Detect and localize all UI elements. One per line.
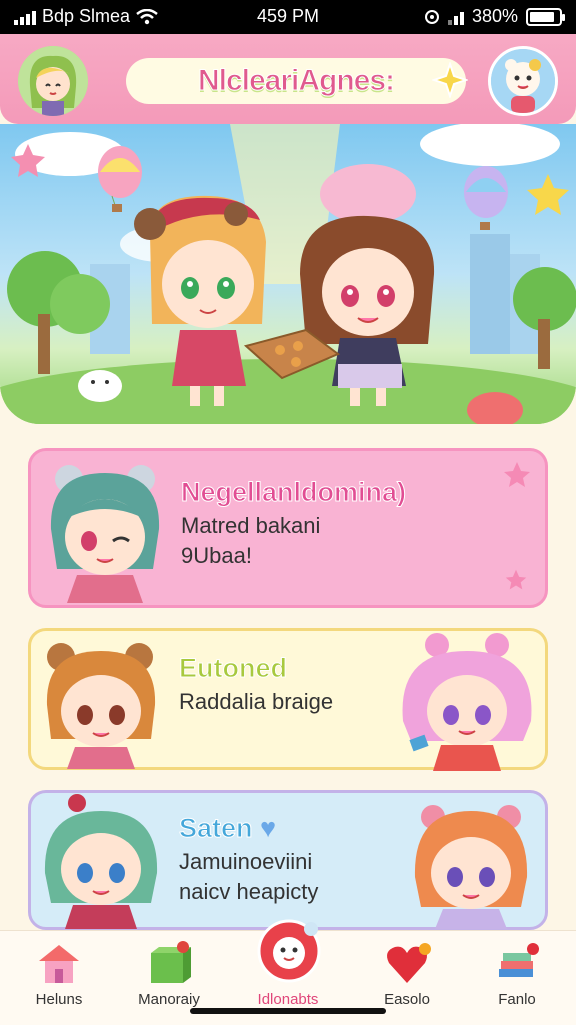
- house-icon: [39, 945, 79, 983]
- battery-icon: [526, 7, 565, 26]
- tab-library[interactable]: Fanlo: [462, 931, 572, 1025]
- gift-box-icon: [151, 941, 191, 983]
- app-title: NlcleariАgnes:: [126, 58, 466, 104]
- app-header: NlcleariАgnes:: [0, 34, 576, 124]
- brown-hair-girl-icon: [46, 643, 156, 769]
- status-right: 380%: [424, 6, 565, 27]
- cellular-icon: [447, 9, 464, 25]
- hero-illustration: [0, 124, 576, 424]
- card-text-line-2: naicv heapicty: [179, 879, 319, 904]
- green-hair-girl-icon: [50, 465, 160, 603]
- tab-label: Idlonabts: [257, 991, 319, 1008]
- park-scene-illustration: [0, 124, 576, 424]
- battery-fill: [530, 11, 554, 22]
- heart-icon: [387, 943, 431, 983]
- sparkle-icon: [432, 62, 468, 98]
- alarm-icon: [424, 9, 439, 24]
- teal-hair-girl-icon: [44, 794, 158, 929]
- card-title: Eutoned: [179, 653, 288, 684]
- star-icon: [504, 462, 530, 487]
- tab-label: Heluns: [35, 991, 83, 1008]
- profile-avatar[interactable]: [18, 46, 88, 116]
- card-title: Saten ♥: [179, 813, 277, 844]
- card-text-line-1: Jamuinoeviini: [179, 849, 313, 874]
- card-text-line-2: 9Ubaa!: [181, 543, 252, 568]
- tab-label: Fanlo: [498, 991, 536, 1008]
- story-card-3[interactable]: Saten ♥ Jamuinoeviini naicv heapicty: [28, 790, 548, 930]
- story-card-1[interactable]: Negellanldomina) Matred bakani 9Ubaa!: [28, 448, 548, 608]
- battery-percent: 380%: [471, 6, 518, 26]
- card-title-text: Saten: [179, 813, 254, 844]
- card-text-line-1: Matred bakani: [181, 513, 321, 538]
- tab-label: Manoraiy: [138, 991, 200, 1008]
- girl-avatar-icon: [18, 46, 88, 116]
- small-star-icon: [505, 569, 527, 590]
- status-bar: Bdp Slmea 459 PM 380%: [0, 0, 576, 34]
- story-card-2[interactable]: Eutoned Raddalia braige: [28, 628, 548, 771]
- home-indicator[interactable]: [190, 1008, 386, 1014]
- card-text-line-1: Raddalia braige: [179, 689, 334, 714]
- ginger-hair-girl-icon: [414, 805, 528, 929]
- heart-small-icon: ♥: [260, 813, 277, 843]
- pink-hair-girl-icon: [402, 633, 532, 771]
- tab-label: Easolo: [384, 991, 430, 1008]
- notifications-avatar[interactable]: [488, 46, 558, 116]
- mascot-face-icon: [257, 919, 321, 983]
- book-stack-icon: [499, 943, 539, 977]
- mascot-avatar-icon: [491, 49, 555, 113]
- tab-home[interactable]: Heluns: [4, 931, 114, 1025]
- card-title: Negellanldomina): [180, 477, 407, 508]
